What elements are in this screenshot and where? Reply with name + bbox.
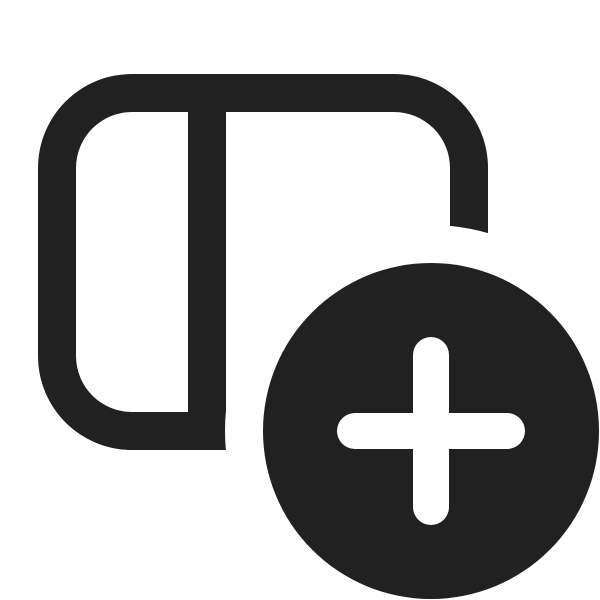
plus-horizontal-bar (337, 413, 525, 449)
panel-left-add-icon (38, 74, 599, 599)
panel-divider-icon (188, 104, 226, 426)
panel-left-add-icon-container (0, 0, 600, 600)
